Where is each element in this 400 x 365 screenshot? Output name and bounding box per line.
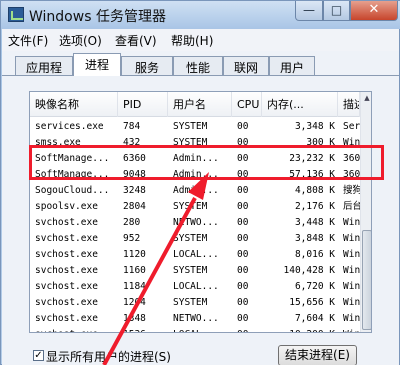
arrow-line: [102, 197, 197, 365]
arrow-annotation: [102, 172, 209, 365]
arrow-head: [188, 172, 209, 200]
